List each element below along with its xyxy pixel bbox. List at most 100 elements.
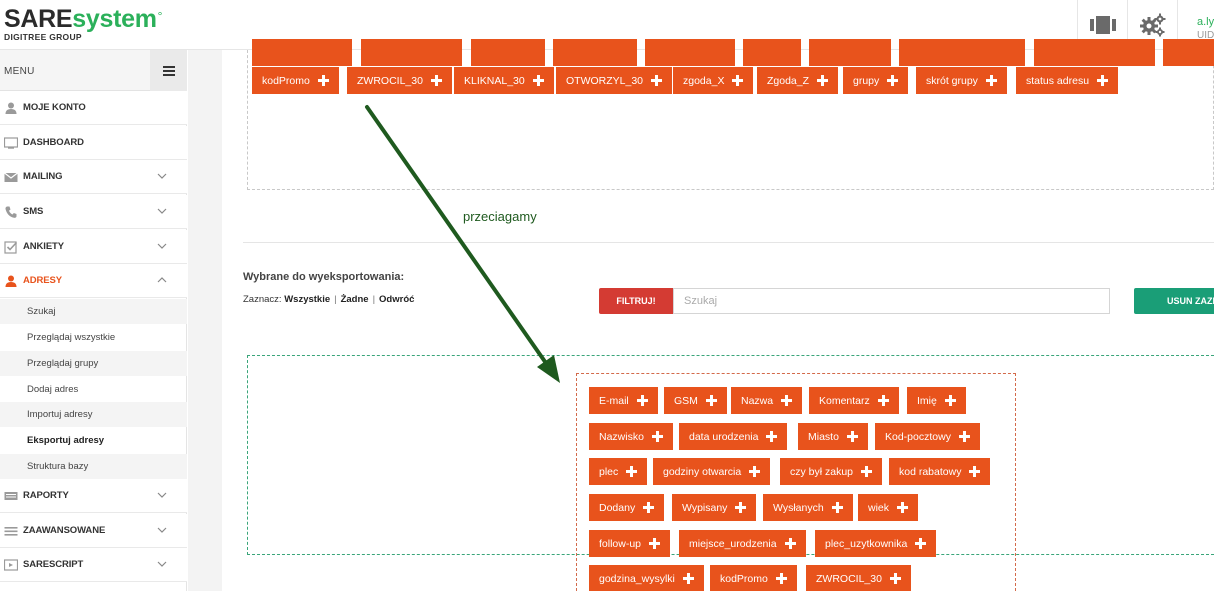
- sidebar-subitem-szukaj[interactable]: Szukaj: [0, 299, 187, 324]
- field-tag[interactable]: ZWROCIL_30: [347, 67, 452, 94]
- selected-field-tag[interactable]: czy był zakup: [780, 458, 883, 485]
- plus-icon: [985, 75, 997, 86]
- separator: |: [372, 294, 376, 305]
- sidebar-subitem-label: Szukaj: [27, 306, 56, 317]
- plus-icon: [784, 538, 796, 549]
- plus-icon: [781, 395, 793, 406]
- plus-icon: [682, 573, 694, 584]
- list-icon: [4, 527, 18, 536]
- selected-field-tag[interactable]: godziny otwarcia: [653, 458, 771, 485]
- field-tag-label: Kod-pocztowy: [885, 430, 951, 443]
- sidebar-item-ankiety[interactable]: ANKIETY: [0, 230, 187, 264]
- menu-bar: MENU: [0, 50, 187, 91]
- plus-icon: [775, 573, 787, 584]
- sidebar-subitem-przegladaj-grupy[interactable]: Przeglądaj grupy: [0, 351, 187, 376]
- selected-field-tag[interactable]: kodPromo: [710, 565, 797, 591]
- field-tag-label: KLIKNAL_30: [464, 74, 525, 87]
- logo[interactable]: SAREsystem° DIGITREE GROUP: [4, 6, 162, 42]
- plus-icon: [1097, 75, 1109, 86]
- plus-icon: [889, 573, 901, 584]
- plus-icon: [649, 538, 661, 549]
- field-tag-label: Miasto: [808, 430, 839, 443]
- selected-field-tag[interactable]: ZWROCIL_30: [806, 565, 911, 591]
- selected-field-tag[interactable]: Miasto: [798, 423, 868, 450]
- menu-toggle-button[interactable]: [150, 50, 187, 91]
- selected-field-tag[interactable]: Wysłanych: [763, 494, 853, 521]
- selected-field-tag[interactable]: wiek: [858, 494, 919, 521]
- selected-field-tag[interactable]: E-mail: [589, 387, 658, 414]
- field-tag[interactable]: skrót grupy: [916, 67, 1007, 94]
- selected-field-tag[interactable]: Nazwa: [731, 387, 803, 414]
- field-tag[interactable]: Zgoda_Z: [757, 67, 839, 94]
- chevron-down-icon: [157, 527, 167, 533]
- phone-icon: [5, 206, 17, 218]
- plus-icon: [732, 75, 744, 86]
- logo-text: SAREsystem°: [4, 6, 162, 32]
- selected-field-tag[interactable]: data urodzenia: [679, 423, 788, 450]
- sidebar-subitem-struktura-bazy[interactable]: Struktura bazy: [0, 454, 187, 479]
- select-controls: Zaznacz: Wszystkie | Żadne | Odwróć: [243, 294, 414, 305]
- sidebar-subitem-eksportuj-adresy[interactable]: Eksportuj adresy: [0, 428, 187, 453]
- sidebar-item-label: MAILING: [23, 171, 63, 182]
- plus-icon: [636, 395, 648, 406]
- field-tag-label: miejsce_urodzenia: [689, 537, 777, 550]
- sidebar-item-raporty[interactable]: RAPORTY: [0, 479, 187, 513]
- sidebar-item-mailing[interactable]: MAILING: [0, 160, 187, 194]
- sidebar: MENU MOJE KONTO DASHBOARD MAILING SMS AN…: [0, 50, 187, 591]
- sidebar-item-label: RAPORTY: [23, 490, 69, 501]
- selected-field-tag[interactable]: plec: [589, 458, 648, 485]
- select-invert-link[interactable]: Odwróć: [379, 294, 414, 305]
- field-tag[interactable]: kodPromo: [252, 67, 339, 94]
- sidebar-item-moje-konto[interactable]: MOJE KONTO: [0, 91, 187, 125]
- sidebar-subitem-dodaj-adres[interactable]: Dodaj adres: [0, 377, 187, 402]
- field-tag-label: follow-up: [599, 537, 642, 550]
- selected-field-tag[interactable]: GSM: [664, 387, 727, 414]
- sidebar-item-label: ANKIETY: [23, 241, 64, 252]
- field-tag-label: Komentarz: [819, 394, 870, 407]
- select-all-link[interactable]: Wszystkie: [284, 294, 330, 305]
- field-tag-label: kodPromo: [262, 74, 310, 87]
- selected-field-tag[interactable]: miejsce_urodzenia: [679, 530, 806, 557]
- plus-icon: [897, 502, 909, 513]
- selected-field-tag[interactable]: follow-up: [589, 530, 671, 557]
- sidebar-item-sms[interactable]: SMS: [0, 195, 187, 229]
- sidebar-subitem-przegladaj-wszystkie[interactable]: Przeglądaj wszystkie: [0, 325, 187, 350]
- chevron-up-icon: [157, 277, 167, 283]
- selected-field-tag[interactable]: Imię: [907, 387, 966, 414]
- sidebar-item-sarescript[interactable]: SARESCRIPT: [0, 548, 187, 582]
- plus-icon: [958, 431, 970, 442]
- selected-field-tag[interactable]: kod rabatowy: [889, 458, 991, 485]
- sidebar-item-adresy[interactable]: ADRESY: [0, 264, 187, 298]
- field-tag[interactable]: OTWORZYL_30: [556, 67, 673, 94]
- search-input[interactable]: [673, 288, 1110, 314]
- field-tag[interactable]: status adresu: [1016, 67, 1119, 94]
- filter-button[interactable]: FILTRUJ!: [599, 288, 673, 314]
- report-icon: [4, 492, 18, 500]
- logo-system: system: [72, 5, 157, 33]
- selected-field-tag[interactable]: plec_uzytkownika: [815, 530, 937, 557]
- sidebar-item-zaawansowane[interactable]: ZAAWANSOWANE: [0, 514, 187, 548]
- plus-icon: [626, 466, 638, 477]
- field-tag[interactable]: grupy: [843, 67, 909, 94]
- select-label: Zaznacz:: [243, 294, 282, 305]
- selected-field-tag[interactable]: Kod-pocztowy: [875, 423, 980, 450]
- remove-selected-button[interactable]: USUN ZAZN: [1134, 288, 1214, 314]
- selected-field-tag[interactable]: Komentarz: [809, 387, 899, 414]
- selected-field-tag[interactable]: Nazwisko: [589, 423, 673, 450]
- select-none-link[interactable]: Żadne: [341, 294, 369, 305]
- selected-field-tag[interactable]: Wypisany: [672, 494, 757, 521]
- plus-icon: [944, 395, 956, 406]
- field-tag[interactable]: zgoda_X: [673, 67, 754, 94]
- selected-field-tag[interactable]: Dodany: [589, 494, 665, 521]
- field-tag-label: wiek: [868, 501, 890, 514]
- logo-subtitle: DIGITREE GROUP: [4, 32, 82, 42]
- sidebar-subitem-label: Przeglądaj wszystkie: [27, 332, 116, 343]
- chevron-down-icon: [157, 208, 167, 214]
- field-tag[interactable]: KLIKNAL_30: [454, 67, 554, 94]
- selected-field-tag[interactable]: godzina_wysylki: [589, 565, 704, 591]
- sidebar-subitem-label: Eksportuj adresy: [27, 435, 105, 446]
- sidebar-item-dashboard[interactable]: DASHBOARD: [0, 126, 187, 160]
- sidebar-subitem-importuj-adresy[interactable]: Importuj adresy: [0, 402, 187, 427]
- content-gutter: [188, 50, 222, 591]
- field-tag-label: kodPromo: [720, 572, 768, 585]
